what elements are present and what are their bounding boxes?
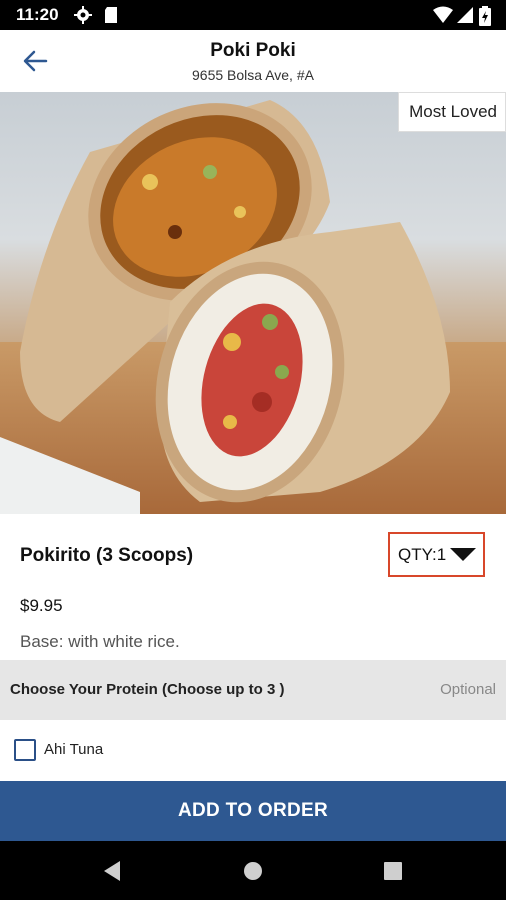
ahi-tuna-checkbox[interactable]	[14, 739, 36, 761]
option-row-ahi-tuna[interactable]: Ahi Tuna	[0, 722, 506, 778]
battery-icon	[479, 6, 491, 26]
cell-signal-icon	[457, 7, 473, 23]
app-header: Poki Poki 9655 Bolsa Ave, #A	[0, 30, 506, 92]
wifi-icon	[433, 6, 453, 23]
add-to-order-button[interactable]: ADD TO ORDER	[0, 781, 506, 841]
option-label: Ahi Tuna	[44, 741, 104, 758]
burrito-illustration	[0, 100, 506, 514]
nav-back-icon[interactable]	[102, 860, 122, 882]
most-loved-badge: Most Loved	[398, 92, 506, 132]
restaurant-name: Poki Poki	[210, 40, 296, 61]
quantity-dropdown[interactable]: QTY:1	[388, 532, 485, 577]
status-time: 11:20	[16, 5, 59, 24]
system-nav-bar	[0, 841, 506, 900]
sd-card-icon	[105, 7, 117, 23]
item-price: $9.95	[20, 596, 63, 615]
optional-label: Optional	[440, 681, 496, 698]
item-name: Pokirito (3 Scoops)	[20, 545, 194, 566]
settings-icon	[74, 6, 92, 24]
nav-home-icon[interactable]	[243, 861, 263, 881]
status-bar: 11:20	[0, 0, 506, 30]
dropdown-caret-icon	[450, 548, 477, 561]
item-photo	[0, 92, 506, 514]
item-description: Base: with white rice.	[20, 632, 180, 651]
nav-recents-icon[interactable]	[384, 862, 402, 880]
protein-section-header: Choose Your Protein (Choose up to 3 ) Op…	[0, 660, 506, 720]
restaurant-address: 9655 Bolsa Ave, #A	[192, 67, 314, 83]
section-title: Choose Your Protein (Choose up to 3 )	[10, 681, 285, 698]
quantity-label: QTY:1	[398, 544, 447, 564]
